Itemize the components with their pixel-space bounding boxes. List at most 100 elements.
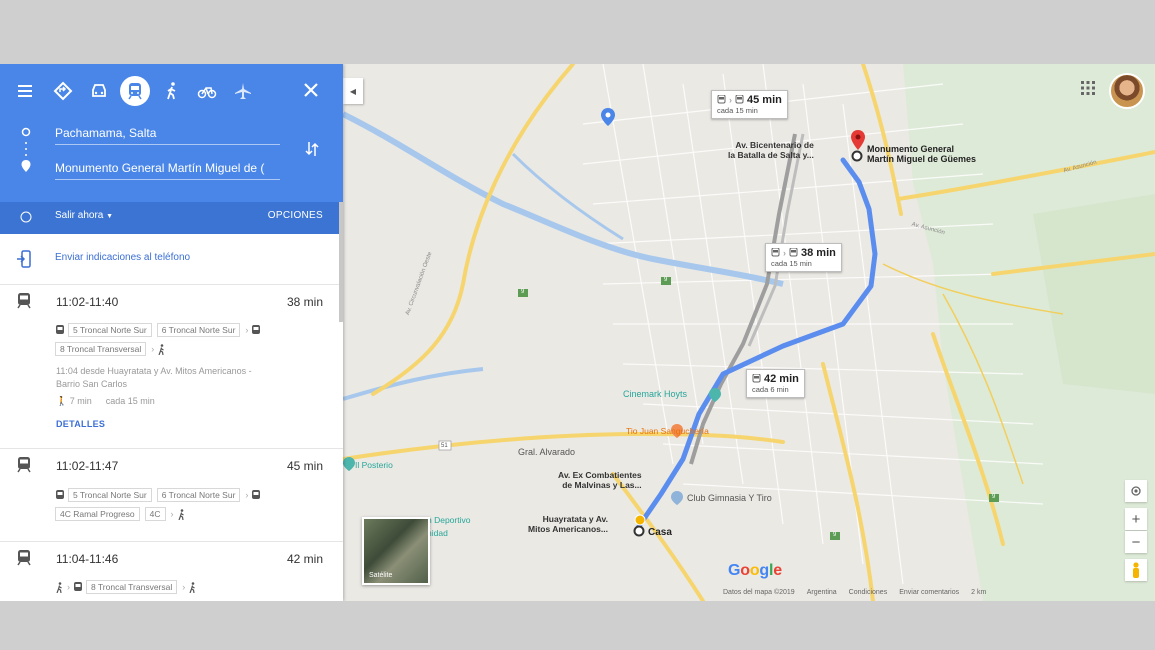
- line-chip: 6 Troncal Norte Sur: [156, 488, 241, 502]
- tio-juan-label[interactable]: Tio Juan Sanguchería: [626, 426, 709, 436]
- walk-icon: [177, 508, 186, 520]
- line-chip: 8 Troncal Transversal: [55, 342, 147, 356]
- collapse-panel-button[interactable]: ◀: [343, 78, 363, 104]
- posterio-label[interactable]: Il Posterio: [355, 460, 393, 470]
- menu-button[interactable]: [10, 76, 40, 106]
- road-9-label-b: 9: [664, 277, 668, 283]
- walk-icon: [55, 581, 64, 593]
- feedback-link[interactable]: Enviar comentarios: [899, 589, 959, 596]
- send-to-phone-row[interactable]: Enviar indicaciones al teléfono: [0, 234, 343, 285]
- map-data-credit: Datos del mapa ©2019: [723, 589, 795, 596]
- home-label[interactable]: Casa: [648, 527, 672, 538]
- road-51-label: 51: [441, 443, 448, 449]
- apps-grid-icon[interactable]: [1081, 81, 1095, 95]
- train-icon: [17, 457, 31, 473]
- line-chip: 4C Ramal Progreso: [55, 507, 140, 521]
- depart-time-select[interactable]: Salir ahora ▼: [55, 210, 113, 221]
- route-option[interactable]: 11:04-11:46 42 min › 8 Troncal Transvers…: [0, 542, 343, 601]
- place-marker-icon[interactable]: [601, 108, 615, 126]
- chevron-down-icon: ▼: [106, 213, 114, 220]
- deportivo-label[interactable]: n Deportivo: [427, 515, 470, 525]
- directions-panel: Pachamama, Salta Monumento General Martí…: [0, 64, 343, 601]
- options-button[interactable]: OPCIONES: [268, 210, 323, 221]
- destination-input[interactable]: Monumento General Martín Miguel de (: [55, 161, 280, 180]
- route-callout-45[interactable]: › 45 min cada 15 min: [711, 90, 788, 119]
- clock-icon: [20, 211, 32, 223]
- route-time: 11:04-11:46: [56, 552, 119, 566]
- close-icon[interactable]: [299, 78, 323, 102]
- line-chip: 5 Troncal Norte Sur: [68, 323, 152, 337]
- walk-mode-button[interactable]: [157, 76, 187, 106]
- club-pin-icon[interactable]: [671, 491, 683, 505]
- route-connector-icon: [21, 127, 31, 172]
- road-9-label-c: 9: [833, 532, 837, 538]
- club-label[interactable]: Club Gimnasia Y Tiro: [687, 493, 772, 503]
- route-option[interactable]: 11:02-11:47 45 min 5 Troncal Norte Sur 6…: [0, 449, 343, 542]
- scrollbar[interactable]: [339, 202, 343, 322]
- directions-header: Pachamama, Salta Monumento General Martí…: [0, 64, 343, 202]
- google-logo: Google: [728, 562, 782, 579]
- cinema-pin-icon[interactable]: [709, 388, 721, 402]
- chevron-right-icon: ›: [245, 325, 249, 335]
- satellite-toggle[interactable]: Satélite: [362, 517, 430, 585]
- bike-mode-button[interactable]: [192, 76, 222, 106]
- route-option[interactable]: 11:02-11:40 38 min 5 Troncal Norte Sur 6…: [0, 285, 343, 449]
- stop-south-label[interactable]: Huayratata y Av. Mitos Americanos...: [528, 514, 608, 534]
- line-chip: 6 Troncal Norte Sur: [156, 323, 241, 337]
- walk-icon: [188, 581, 197, 593]
- map-canvas[interactable]: Monumento General Martín Miguel de Güemes…: [343, 64, 1155, 601]
- route-callout-38[interactable]: › 38 min cada 15 min: [765, 243, 842, 272]
- origin-input[interactable]: Pachamama, Salta: [55, 126, 280, 145]
- chevron-right-icon: ›: [245, 490, 249, 500]
- chevron-right-icon: ›: [182, 582, 186, 592]
- swap-icon[interactable]: [304, 140, 320, 158]
- flight-icon: [235, 83, 251, 99]
- posterio-pin-icon[interactable]: [343, 457, 355, 471]
- pegman-icon: [1133, 562, 1139, 578]
- route-callout-42[interactable]: 42 min cada 6 min: [746, 369, 805, 398]
- gral-alvarado-label: Gral. Alvarado: [518, 447, 576, 457]
- country-link[interactable]: Argentina: [807, 589, 837, 596]
- cinemark-label[interactable]: Cinemark Hoyts: [623, 389, 687, 399]
- zoom-out-button[interactable]: −: [1125, 531, 1147, 553]
- best-route-icon: [53, 81, 73, 101]
- road-9-label-a: 9: [521, 289, 525, 295]
- menu-icon: [18, 85, 32, 97]
- bus-icon: [55, 324, 65, 336]
- stop-mid-label[interactable]: Av. Ex Combatientes de Malvinas y Las...: [558, 470, 642, 490]
- route-duration: 42 min: [286, 552, 323, 566]
- depart-time-row[interactable]: Salir ahora ▼ OPCIONES: [0, 202, 343, 234]
- line-chip: 4C: [144, 507, 166, 521]
- line-chip: 8 Troncal Transversal: [86, 580, 178, 594]
- pegman-button[interactable]: [1125, 559, 1147, 581]
- route-time: 11:02-11:40: [56, 295, 119, 309]
- details-link[interactable]: DETALLES: [56, 419, 105, 429]
- bus-icon: [789, 248, 798, 258]
- road-9-label-d: 9: [992, 494, 996, 500]
- best-route-button[interactable]: [48, 76, 78, 106]
- avatar[interactable]: [1109, 73, 1145, 109]
- bus-icon: [771, 248, 780, 258]
- bus-icon: [73, 581, 83, 593]
- route-duration: 38 min: [286, 295, 323, 309]
- zoom-in-button[interactable]: +: [1125, 508, 1147, 530]
- maps-window: Monumento General Martín Miguel de Güemes…: [0, 64, 1155, 601]
- stop-north-label[interactable]: Av. Bicentenario de la Batalla de Salta y…: [728, 140, 814, 160]
- terms-link[interactable]: Condiciones: [849, 589, 888, 596]
- train-icon: [17, 550, 31, 566]
- transit-mode-button[interactable]: [120, 76, 150, 106]
- unidad-label: nidad: [427, 528, 448, 538]
- scale-label[interactable]: 2 km: [971, 589, 986, 596]
- bus-icon: [735, 95, 744, 105]
- send-to-phone-link[interactable]: Enviar indicaciones al teléfono: [55, 252, 190, 263]
- car-mode-button[interactable]: [84, 76, 114, 106]
- crosshair-icon: [1131, 486, 1141, 496]
- chevron-right-icon: ›: [67, 582, 70, 592]
- map-attribution: Datos del mapa ©2019 Argentina Condicion…: [723, 589, 986, 596]
- destination-label[interactable]: Monumento General Martín Miguel de Güemes: [867, 144, 976, 164]
- bus-icon: [55, 489, 65, 501]
- flight-mode-button[interactable]: [228, 76, 258, 106]
- my-location-button[interactable]: [1125, 480, 1147, 502]
- bus-icon: [752, 374, 761, 384]
- destination-pin-icon[interactable]: [851, 130, 865, 150]
